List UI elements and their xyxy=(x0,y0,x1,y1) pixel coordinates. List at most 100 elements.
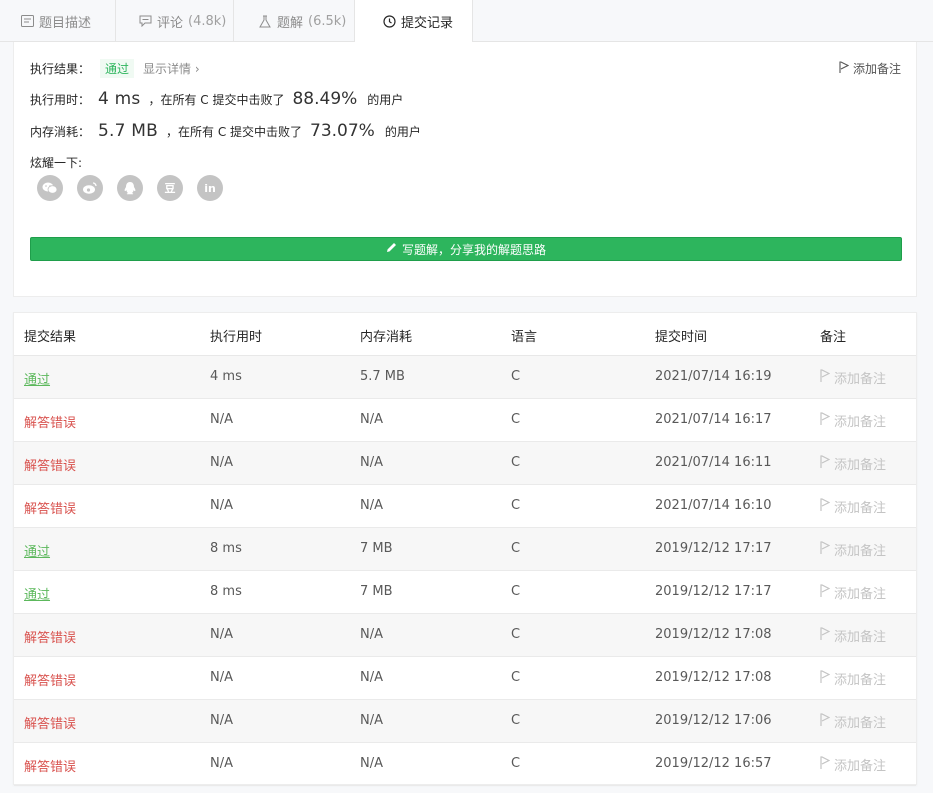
row-add-note-label: 添加备注 xyxy=(834,759,887,774)
row-add-note-button[interactable]: 添加备注 xyxy=(820,755,886,774)
runtime-description: ，在所有 C 提交中击败了 xyxy=(148,92,285,107)
row-status-link[interactable]: 解答错误 xyxy=(24,670,76,689)
row-status-link[interactable]: 解答错误 xyxy=(24,713,76,732)
row-submit-time: 2019/12/12 17:06 xyxy=(655,713,772,728)
clock-icon xyxy=(382,15,396,29)
header-note: 备注 xyxy=(820,330,847,345)
douban-icon[interactable]: 豆 xyxy=(157,175,183,201)
row-add-note-button[interactable]: 添加备注 xyxy=(820,583,886,602)
flag-icon xyxy=(820,756,831,773)
row-add-note-button[interactable]: 添加备注 xyxy=(820,497,886,516)
row-runtime: 8 ms xyxy=(210,584,242,599)
memory-suffix: 的用户 xyxy=(384,124,421,139)
table-row: 解答错误 N/A N/A C 2021/07/14 16:17 添加备注 xyxy=(14,399,916,442)
row-memory: N/A xyxy=(360,412,383,427)
table-row: 解答错误 N/A N/A C 2019/12/12 17:08 添加备注 xyxy=(14,657,916,700)
tab-submissions[interactable]: 提交记录 xyxy=(354,0,473,43)
runtime-value: 4 ms xyxy=(98,89,141,109)
tab-solutions-label: 题解 xyxy=(277,15,304,31)
row-add-note-label: 添加备注 xyxy=(834,415,887,430)
header-submit-time: 提交时间 xyxy=(655,330,708,345)
row-language: C xyxy=(511,498,521,513)
row-status-link[interactable]: 解答错误 xyxy=(24,498,76,517)
add-note-label: 添加备注 xyxy=(852,62,901,76)
row-memory: N/A xyxy=(360,670,383,685)
flag-icon xyxy=(820,498,831,515)
runtime-percentile: 88.49% xyxy=(292,89,358,109)
flask-icon xyxy=(258,14,272,28)
row-submit-time: 2019/12/12 17:08 xyxy=(655,627,772,642)
result-status-badge: 通过 xyxy=(100,59,135,78)
row-add-note-label: 添加备注 xyxy=(834,544,887,559)
comment-icon xyxy=(138,14,152,28)
table-row: 通过 8 ms 7 MB C 2019/12/12 17:17 添加备注 xyxy=(14,571,916,614)
tab-comments-label: 评论 xyxy=(157,15,184,31)
row-add-note-button[interactable]: 添加备注 xyxy=(820,712,886,731)
add-note-button[interactable]: 添加备注 xyxy=(839,60,901,77)
memory-row: 内存消耗： 5.7 MB ，在所有 C 提交中击败了 73.07% 的用户 xyxy=(30,121,421,141)
row-add-note-button[interactable]: 添加备注 xyxy=(820,454,886,473)
tab-description[interactable]: 题目描述 xyxy=(0,0,115,42)
row-submit-time: 2021/07/14 16:11 xyxy=(655,455,772,470)
write-solution-button[interactable]: 写题解，分享我的解题思路 xyxy=(30,237,902,261)
row-runtime: N/A xyxy=(210,756,233,771)
row-submit-time: 2019/12/12 17:17 xyxy=(655,584,772,599)
row-submit-time: 2019/12/12 17:08 xyxy=(655,670,772,685)
row-memory: 5.7 MB xyxy=(360,369,405,384)
row-add-note-button[interactable]: 添加备注 xyxy=(820,669,886,688)
row-language: C xyxy=(511,627,521,642)
row-status-link[interactable]: 解答错误 xyxy=(24,412,76,431)
row-submit-time: 2021/07/14 16:10 xyxy=(655,498,772,513)
flag-icon xyxy=(820,455,831,472)
tab-bar: 题目描述 评论 (4.8k) 题解 (6.5k) 提交记录 xyxy=(0,0,933,43)
row-add-note-button[interactable]: 添加备注 xyxy=(820,368,886,387)
row-runtime: N/A xyxy=(210,498,233,513)
pencil-icon xyxy=(386,242,397,256)
row-memory: N/A xyxy=(360,627,383,642)
flag-icon xyxy=(820,412,831,429)
tab-solutions-count: (6.5k) xyxy=(308,13,347,29)
table-row: 解答错误 N/A N/A C 2021/07/14 16:11 添加备注 xyxy=(14,442,916,485)
linkedin-icon[interactable]: in xyxy=(197,175,223,201)
row-add-note-button[interactable]: 添加备注 xyxy=(820,411,886,430)
table-row: 解答错误 N/A N/A C 2019/12/12 17:08 添加备注 xyxy=(14,614,916,657)
social-share-row: 豆 in xyxy=(37,175,223,201)
result-label: 执行结果： xyxy=(30,62,91,76)
weibo-icon[interactable] xyxy=(77,175,103,201)
row-runtime: N/A xyxy=(210,412,233,427)
tab-comments[interactable]: 评论 (4.8k) xyxy=(115,0,233,42)
linkedin-icon-glyph: in xyxy=(204,181,216,195)
row-language: C xyxy=(511,584,521,599)
row-add-note-label: 添加备注 xyxy=(834,716,887,731)
wechat-icon[interactable] xyxy=(37,175,63,201)
row-add-note-label: 添加备注 xyxy=(834,673,887,688)
result-row: 执行结果： 通过 显示详情 › xyxy=(30,59,200,78)
qq-icon[interactable] xyxy=(117,175,143,201)
flag-icon xyxy=(820,541,831,558)
row-add-note-button[interactable]: 添加备注 xyxy=(820,626,886,645)
table-row: 通过 4 ms 5.7 MB C 2021/07/14 16:19 添加备注 xyxy=(14,356,916,399)
row-status-link[interactable]: 解答错误 xyxy=(24,627,76,646)
write-solution-label: 写题解，分享我的解题思路 xyxy=(401,242,546,257)
row-status-link[interactable]: 通过 xyxy=(24,369,50,388)
tab-solutions[interactable]: 题解 (6.5k) xyxy=(233,0,354,42)
header-status: 提交结果 xyxy=(24,330,77,345)
row-language: C xyxy=(511,670,521,685)
row-submit-time: 2021/07/14 16:19 xyxy=(655,369,772,384)
row-memory: 7 MB xyxy=(360,584,393,599)
flag-icon xyxy=(820,670,831,687)
row-status-link[interactable]: 解答错误 xyxy=(24,756,76,775)
row-submit-time: 2019/12/12 17:17 xyxy=(655,541,772,556)
flag-icon xyxy=(820,713,831,730)
row-add-note-label: 添加备注 xyxy=(834,587,887,602)
runtime-label: 执行用时： xyxy=(30,92,91,107)
row-status-link[interactable]: 通过 xyxy=(24,541,50,560)
show-details-link[interactable]: 显示详情 › xyxy=(143,60,200,77)
douban-icon-glyph: 豆 xyxy=(164,182,176,195)
row-status-link[interactable]: 解答错误 xyxy=(24,455,76,474)
row-status-link[interactable]: 通过 xyxy=(24,584,50,603)
table-row: 解答错误 N/A N/A C 2019/12/12 17:06 添加备注 xyxy=(14,700,916,743)
row-add-note-button[interactable]: 添加备注 xyxy=(820,540,886,559)
table-row: 解答错误 N/A N/A C 2019/12/12 16:57 添加备注 xyxy=(14,743,916,786)
row-language: C xyxy=(511,455,521,470)
